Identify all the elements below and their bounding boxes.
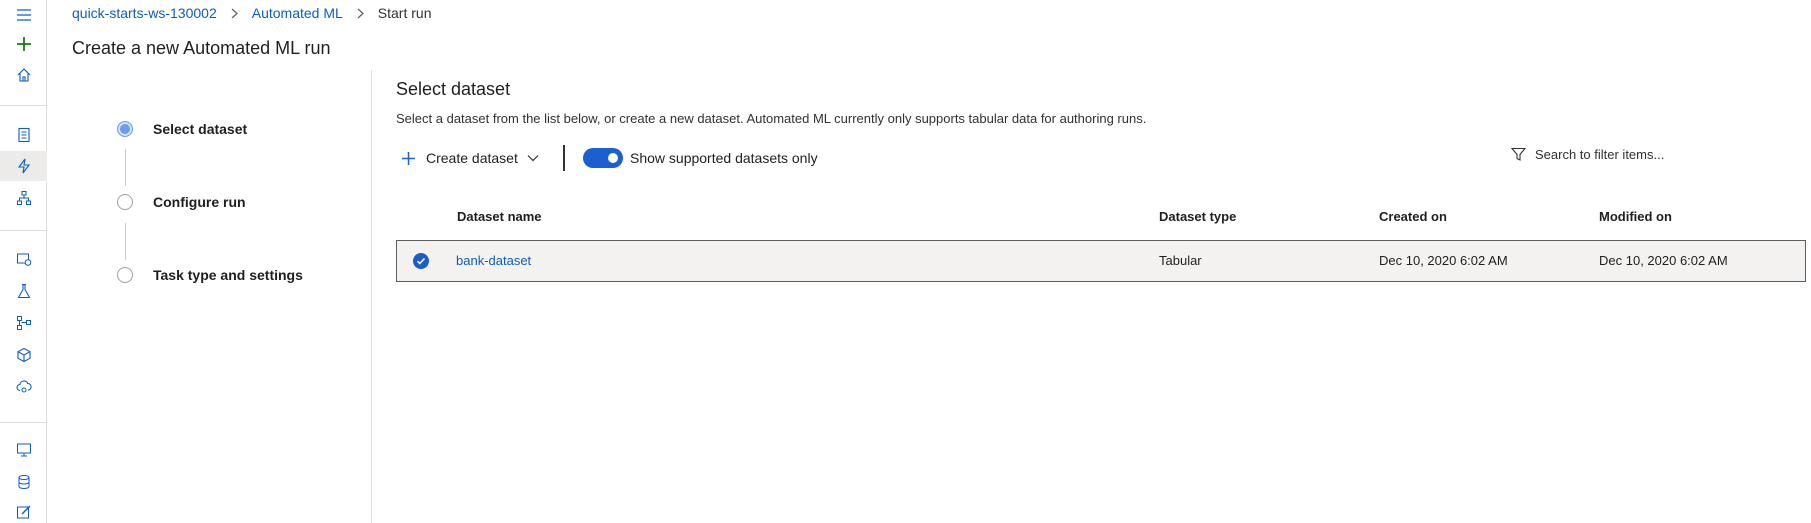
table-row[interactable]: bank-dataset Tabular Dec 10, 2020 6:02 A… <box>396 240 1806 282</box>
filter-icon <box>1511 147 1526 161</box>
home-icon[interactable] <box>0 60 47 90</box>
labeling-icon[interactable] <box>0 497 47 523</box>
dataset-name-link[interactable]: bank-dataset <box>456 253 531 268</box>
experiments-icon[interactable] <box>0 276 47 306</box>
step-connector <box>125 149 126 186</box>
pipelines-icon[interactable] <box>0 308 47 338</box>
hamburger-icon[interactable] <box>0 0 47 30</box>
step-indicator <box>117 267 133 283</box>
models-icon[interactable] <box>0 340 47 370</box>
plus-icon <box>402 151 415 165</box>
toggle-label: Show supported datasets only <box>630 150 818 166</box>
plus-icon[interactable] <box>0 29 47 59</box>
supported-datasets-toggle[interactable] <box>583 148 623 168</box>
step-indicator <box>117 194 133 210</box>
chevron-down-icon <box>527 155 539 162</box>
breadcrumb-workspace-link[interactable]: quick-starts-ws-130002 <box>72 5 217 21</box>
compute-icon[interactable] <box>0 435 47 465</box>
left-nav-rail <box>0 0 47 523</box>
column-header-dataset-name[interactable]: Dataset name <box>457 209 542 224</box>
column-header-modified-on[interactable]: Modified on <box>1599 209 1672 224</box>
page-title: Create a new Automated ML run <box>72 38 331 58</box>
notebook-icon[interactable] <box>0 120 47 150</box>
section-description: Select a dataset from the list below, or… <box>396 111 1147 126</box>
chevron-right-icon <box>356 8 365 19</box>
breadcrumb-current: Start run <box>377 5 432 21</box>
created-on-cell: Dec 10, 2020 6:02 AM <box>1379 253 1508 268</box>
step-label: Task type and settings <box>153 267 303 283</box>
toggle-knob <box>608 153 618 163</box>
vertical-divider <box>371 70 372 523</box>
modified-on-cell: Dec 10, 2020 6:02 AM <box>1599 253 1728 268</box>
toolbar-separator <box>563 145 565 171</box>
wizard-step-select-dataset[interactable]: Select dataset <box>117 121 247 137</box>
create-dataset-button[interactable]: Create dataset <box>401 147 539 169</box>
dataset-type-cell: Tabular <box>1159 253 1202 268</box>
wizard-step-task-type[interactable]: Task type and settings <box>117 267 303 283</box>
step-label: Select dataset <box>153 121 248 137</box>
step-connector <box>125 223 126 260</box>
search-filter-input[interactable]: Search to filter items... <box>1511 147 1664 162</box>
column-header-created-on[interactable]: Created on <box>1379 209 1447 224</box>
automl-icon[interactable] <box>0 151 47 181</box>
section-title: Select dataset <box>396 79 511 99</box>
create-dataset-label: Create dataset <box>426 150 518 166</box>
breadcrumb-automl-link[interactable]: Automated ML <box>252 5 343 21</box>
filter-placeholder: Search to filter items... <box>1535 147 1665 162</box>
datastores-icon[interactable] <box>0 467 47 497</box>
endpoints-icon[interactable] <box>0 372 47 402</box>
breadcrumb: quick-starts-ws-130002 Automated ML Star… <box>72 4 432 22</box>
designer-icon[interactable] <box>0 183 47 213</box>
step-label: Configure run <box>153 194 246 210</box>
column-header-dataset-type[interactable]: Dataset type <box>1159 209 1236 224</box>
datasets-icon[interactable] <box>0 244 47 274</box>
step-active-indicator <box>117 121 133 137</box>
wizard-step-configure-run[interactable]: Configure run <box>117 194 246 210</box>
chevron-right-icon <box>230 8 239 19</box>
selected-check-icon[interactable] <box>413 253 429 269</box>
